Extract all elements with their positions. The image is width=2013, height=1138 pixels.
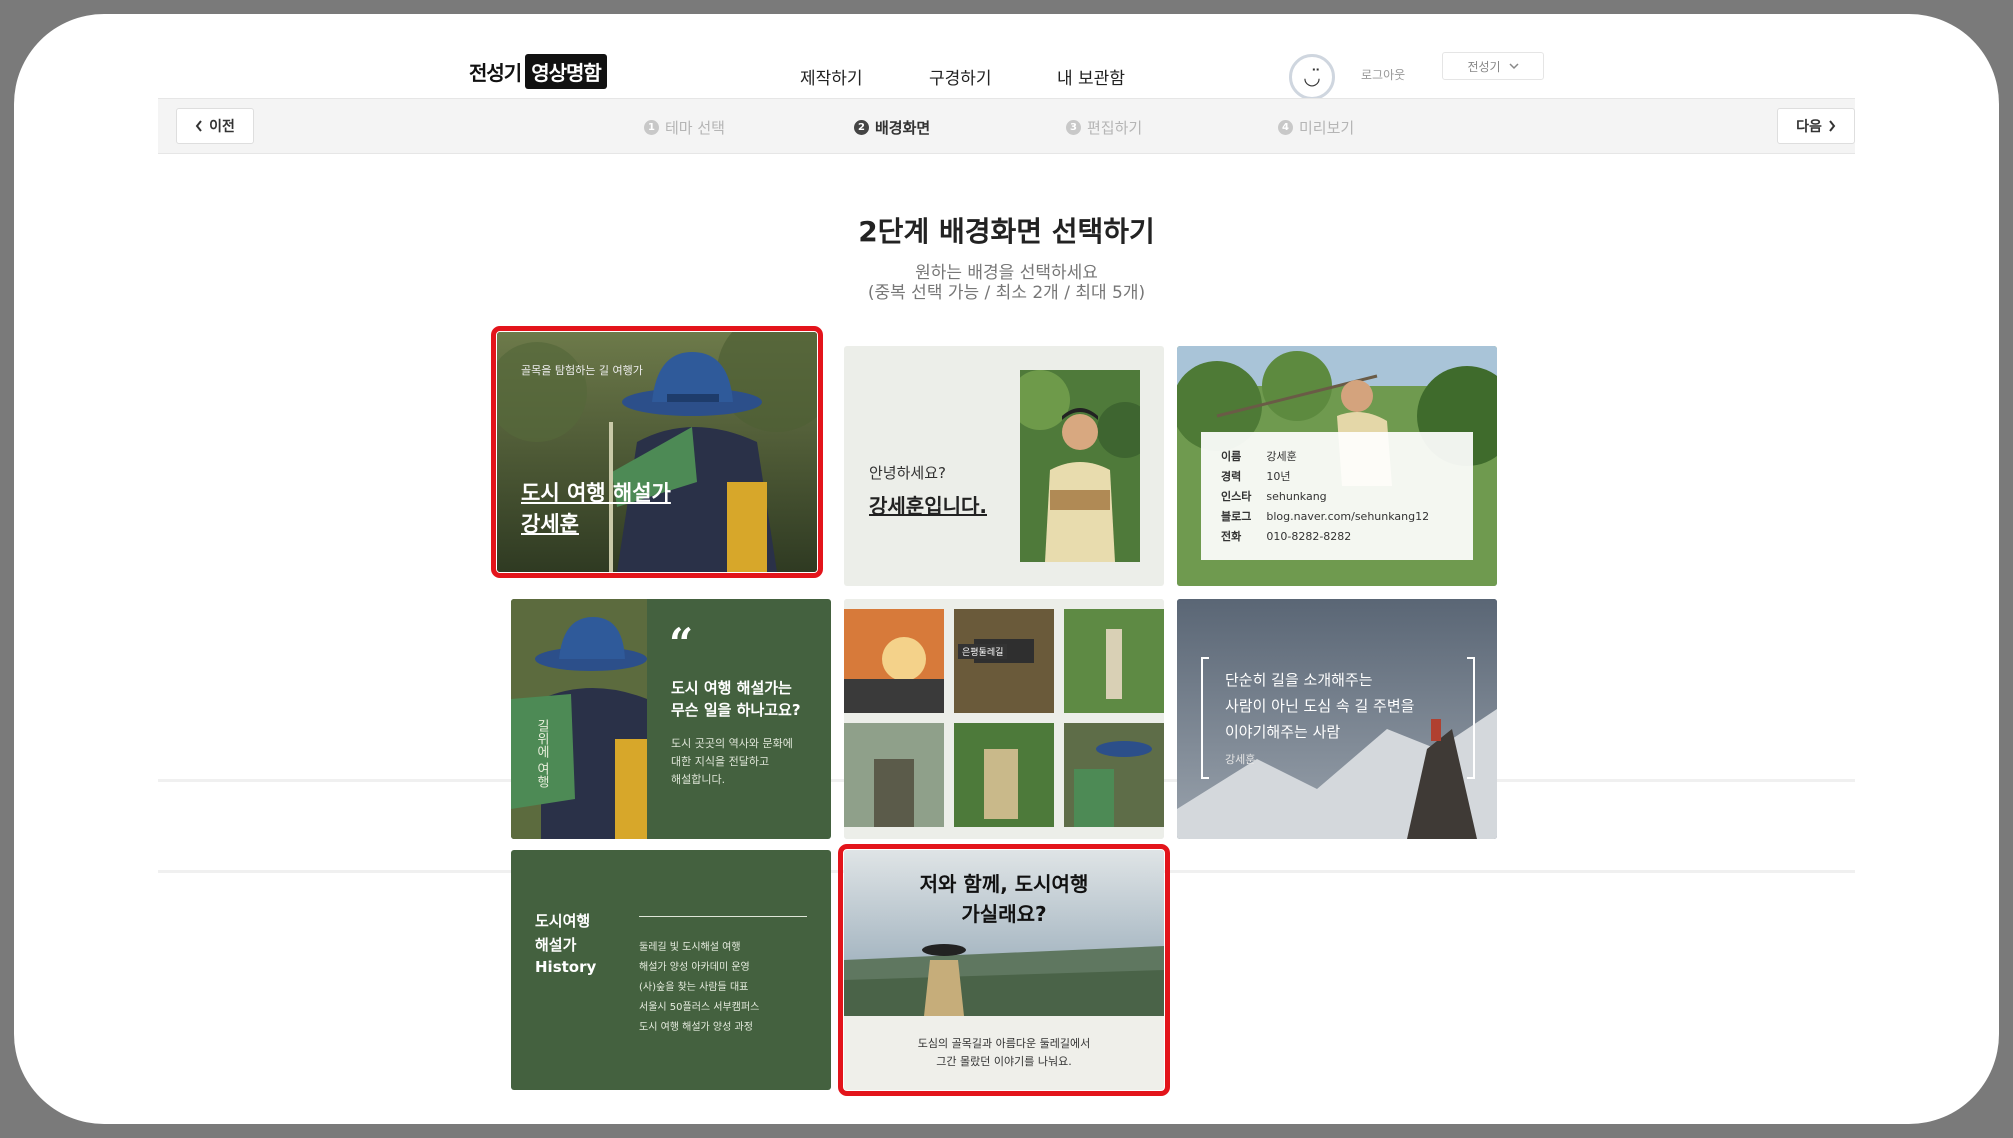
history-item: 해설가 양성 아카데미 운영: [639, 962, 750, 973]
history-item: 둘레길 빛 도시해설 여행: [639, 942, 741, 953]
step-1-theme[interactable]: 1 테마 선택: [644, 117, 725, 138]
nav-make[interactable]: 제작하기: [800, 64, 863, 89]
step-label: 배경화면: [875, 119, 931, 137]
bg-option-card-8[interactable]: 저와 함께, 도시여행 가실래요? 도심의 골목길과 아름다운 둘레길에서 그간…: [838, 844, 1170, 1096]
logo-text-1: 전성기: [469, 60, 522, 85]
step-label: 편집하기: [1087, 119, 1143, 137]
card6-author: 강세훈: [1225, 753, 1256, 766]
step-number: 1: [644, 120, 659, 135]
bg-option-card-6[interactable]: 단순히 길을 소개해주는 사람이 아닌 도심 속 길 주변을 이야기해주는 사람…: [1177, 599, 1497, 839]
bracket-left: [1201, 657, 1209, 779]
bracket-right: [1467, 657, 1475, 779]
card4-flag-text: 길위에 여행: [534, 719, 549, 789]
profile-key: 전화: [1221, 530, 1242, 543]
card7-title1: 도시여행: [535, 912, 591, 930]
history-item: (사)숲을 찾는 사람들 대표: [639, 982, 749, 993]
logout-link[interactable]: 로그아웃: [1361, 66, 1405, 83]
profile-key: 이름: [1221, 450, 1242, 463]
profile-row: 인스타 sehunkang: [1221, 486, 1430, 506]
nav-browse[interactable]: 구경하기: [929, 64, 992, 89]
profile-value: sehunkang: [1266, 489, 1327, 503]
profile-key: 경력: [1221, 470, 1242, 483]
quote-icon: “: [669, 619, 694, 668]
bg-option-card-7[interactable]: 도시여행 해설가 History 둘레길 빛 도시해설 여행 해설가 양성 아카…: [511, 850, 831, 1090]
profile-row: 전화 010-8282-8282: [1221, 526, 1430, 546]
card8-heading1: 저와 함께, 도시여행: [919, 872, 1089, 896]
bg-option-card-2[interactable]: 안녕하세요? 강세훈입니다.: [844, 346, 1164, 586]
prev-label: 이전: [209, 119, 235, 135]
step-number: 4: [1278, 120, 1293, 135]
profile-row: 이름 강세훈: [1221, 446, 1430, 466]
profile-value: 강세훈: [1266, 450, 1297, 463]
step-number: 3: [1066, 120, 1081, 135]
step-label: 테마 선택: [665, 119, 725, 137]
profile-value: 010-8282-8282: [1266, 529, 1352, 543]
nav-my-storage[interactable]: 내 보관함: [1057, 64, 1125, 89]
logo-text-2: 영상명함: [525, 53, 607, 89]
bg-option-card-4[interactable]: 길위에 여행 “ 도시 여행 해설가는 무슨 일을 하나고요? 도시 곳곳의 역…: [511, 599, 831, 839]
logo[interactable]: 전성기 영상명함: [469, 53, 607, 89]
step-4-preview[interactable]: 4 미리보기: [1278, 117, 1354, 138]
step-number: 2: [854, 120, 869, 135]
app-window: 전성기 영상명함 제작하기 구경하기 내 보관함 ◡̈ 로그아웃 전성기 이전 …: [14, 14, 1999, 1124]
card6-line1: 단순히 길을 소개해주는: [1225, 671, 1373, 689]
bg-option-card-1[interactable]: 골목을 탐험하는 길 여행가 도시 여행 해설가 강세훈: [491, 326, 823, 578]
profile-value: 10년: [1266, 470, 1291, 483]
profile-row: 경력 10년: [1221, 466, 1430, 486]
card4-d1: 도시 곳곳의 역사와 문화에: [671, 737, 793, 750]
photo-collage: [844, 599, 1164, 839]
profile-row: 블로그 blog.naver.com/sehunkang12: [1221, 506, 1430, 526]
user-dropdown[interactable]: 전성기: [1442, 52, 1544, 80]
step-label: 미리보기: [1299, 119, 1355, 137]
page-title: 2단계 배경화면 선택하기: [858, 215, 1155, 248]
card6-line3: 이야기해주는 사람: [1225, 723, 1341, 741]
card2-greeting: 안녕하세요?: [869, 464, 946, 482]
profile-value: blog.naver.com/sehunkang12: [1266, 509, 1430, 523]
user-name: 전성기: [1467, 59, 1501, 74]
portrait-photo: [1020, 370, 1140, 562]
card8-heading2: 가실래요?: [961, 902, 1047, 926]
card7-title2: 해설가: [535, 936, 577, 954]
card4-d2: 대한 지식을 전달하고: [671, 755, 770, 768]
prev-button[interactable]: 이전: [176, 108, 254, 144]
chevron-down-icon: [1509, 63, 1519, 70]
card8-footer2: 그간 몰랐던 이야기를 나눠요.: [936, 1055, 1072, 1068]
profile-info-box: 이름 강세훈 경력 10년 인스타 sehunkang 블로그 blog.naver.c…: [1201, 432, 1473, 560]
profile-key: 인스타: [1221, 490, 1252, 503]
card7-title3: History: [535, 958, 597, 976]
step-2-background[interactable]: 2 배경화면: [854, 117, 930, 138]
card6-line2: 사람이 아닌 도심 속 길 주변을: [1225, 697, 1415, 715]
profile-table: 이름 강세훈 경력 10년 인스타 sehunkang 블로그 blog.naver.c…: [1221, 446, 1430, 546]
avatar[interactable]: ◡̈: [1289, 54, 1335, 100]
card1-title: 도시 여행 해설가: [521, 481, 671, 505]
card7-rule: [639, 916, 807, 917]
smile-icon: ◡̈: [1303, 65, 1321, 89]
next-label: 다음: [1796, 119, 1822, 135]
bg-option-card-3[interactable]: 이름 강세훈 경력 10년 인스타 sehunkang 블로그 blog.naver.c…: [1177, 346, 1497, 586]
card1-tagline: 골목을 탐험하는 길 여행가: [521, 364, 643, 377]
profile-key: 블로그: [1221, 510, 1252, 523]
history-item: 도시 여행 해설가 양성 과정: [639, 1022, 753, 1033]
next-button[interactable]: 다음: [1777, 108, 1855, 144]
card4-q2: 무슨 일을 하나고요?: [671, 701, 801, 719]
chevron-right-icon: [1829, 120, 1836, 132]
trail-sign: 은평둘레길: [958, 644, 1008, 659]
step-bar: 이전 1 테마 선택 2 배경화면 3 편집하기 4 미리보기 다음: [158, 98, 1855, 154]
card4-q1: 도시 여행 해설가는: [671, 679, 792, 697]
card2-name: 강세훈입니다.: [869, 494, 987, 518]
chevron-left-icon: [195, 120, 202, 132]
history-item: 서울시 50플러스 서부캠퍼스: [639, 1002, 760, 1013]
bg-option-card-5[interactable]: 은평둘레길: [844, 599, 1164, 839]
page-subtitle-hint: (중복 선택 가능 / 최소 2개 / 최대 5개): [867, 283, 1146, 303]
card1-name: 강세훈: [521, 512, 579, 536]
card-photo: [1177, 599, 1497, 839]
card4-d3: 해설합니다.: [671, 773, 726, 786]
card8-footer1: 도심의 골목길과 아름다운 둘레길에서: [917, 1037, 1091, 1050]
step-3-edit[interactable]: 3 편집하기: [1066, 117, 1142, 138]
